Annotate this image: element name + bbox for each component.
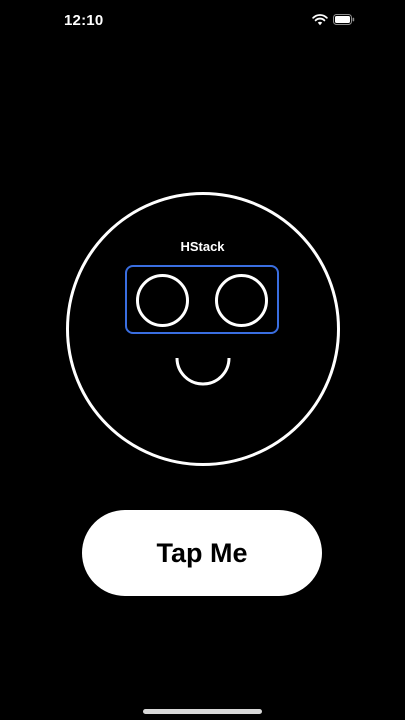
hstack-label: HStack xyxy=(180,239,225,254)
smile-mouth xyxy=(175,357,231,386)
status-bar: 12:10 xyxy=(0,0,405,44)
right-eye xyxy=(215,274,268,327)
battery-icon xyxy=(333,14,355,25)
wifi-icon xyxy=(312,14,328,26)
status-time: 12:10 xyxy=(64,12,104,29)
app-screen: 12:10 HStack Tap Me xyxy=(0,0,405,720)
left-eye xyxy=(136,274,189,327)
tap-me-button[interactable]: Tap Me xyxy=(82,510,322,596)
home-indicator[interactable] xyxy=(143,709,262,714)
